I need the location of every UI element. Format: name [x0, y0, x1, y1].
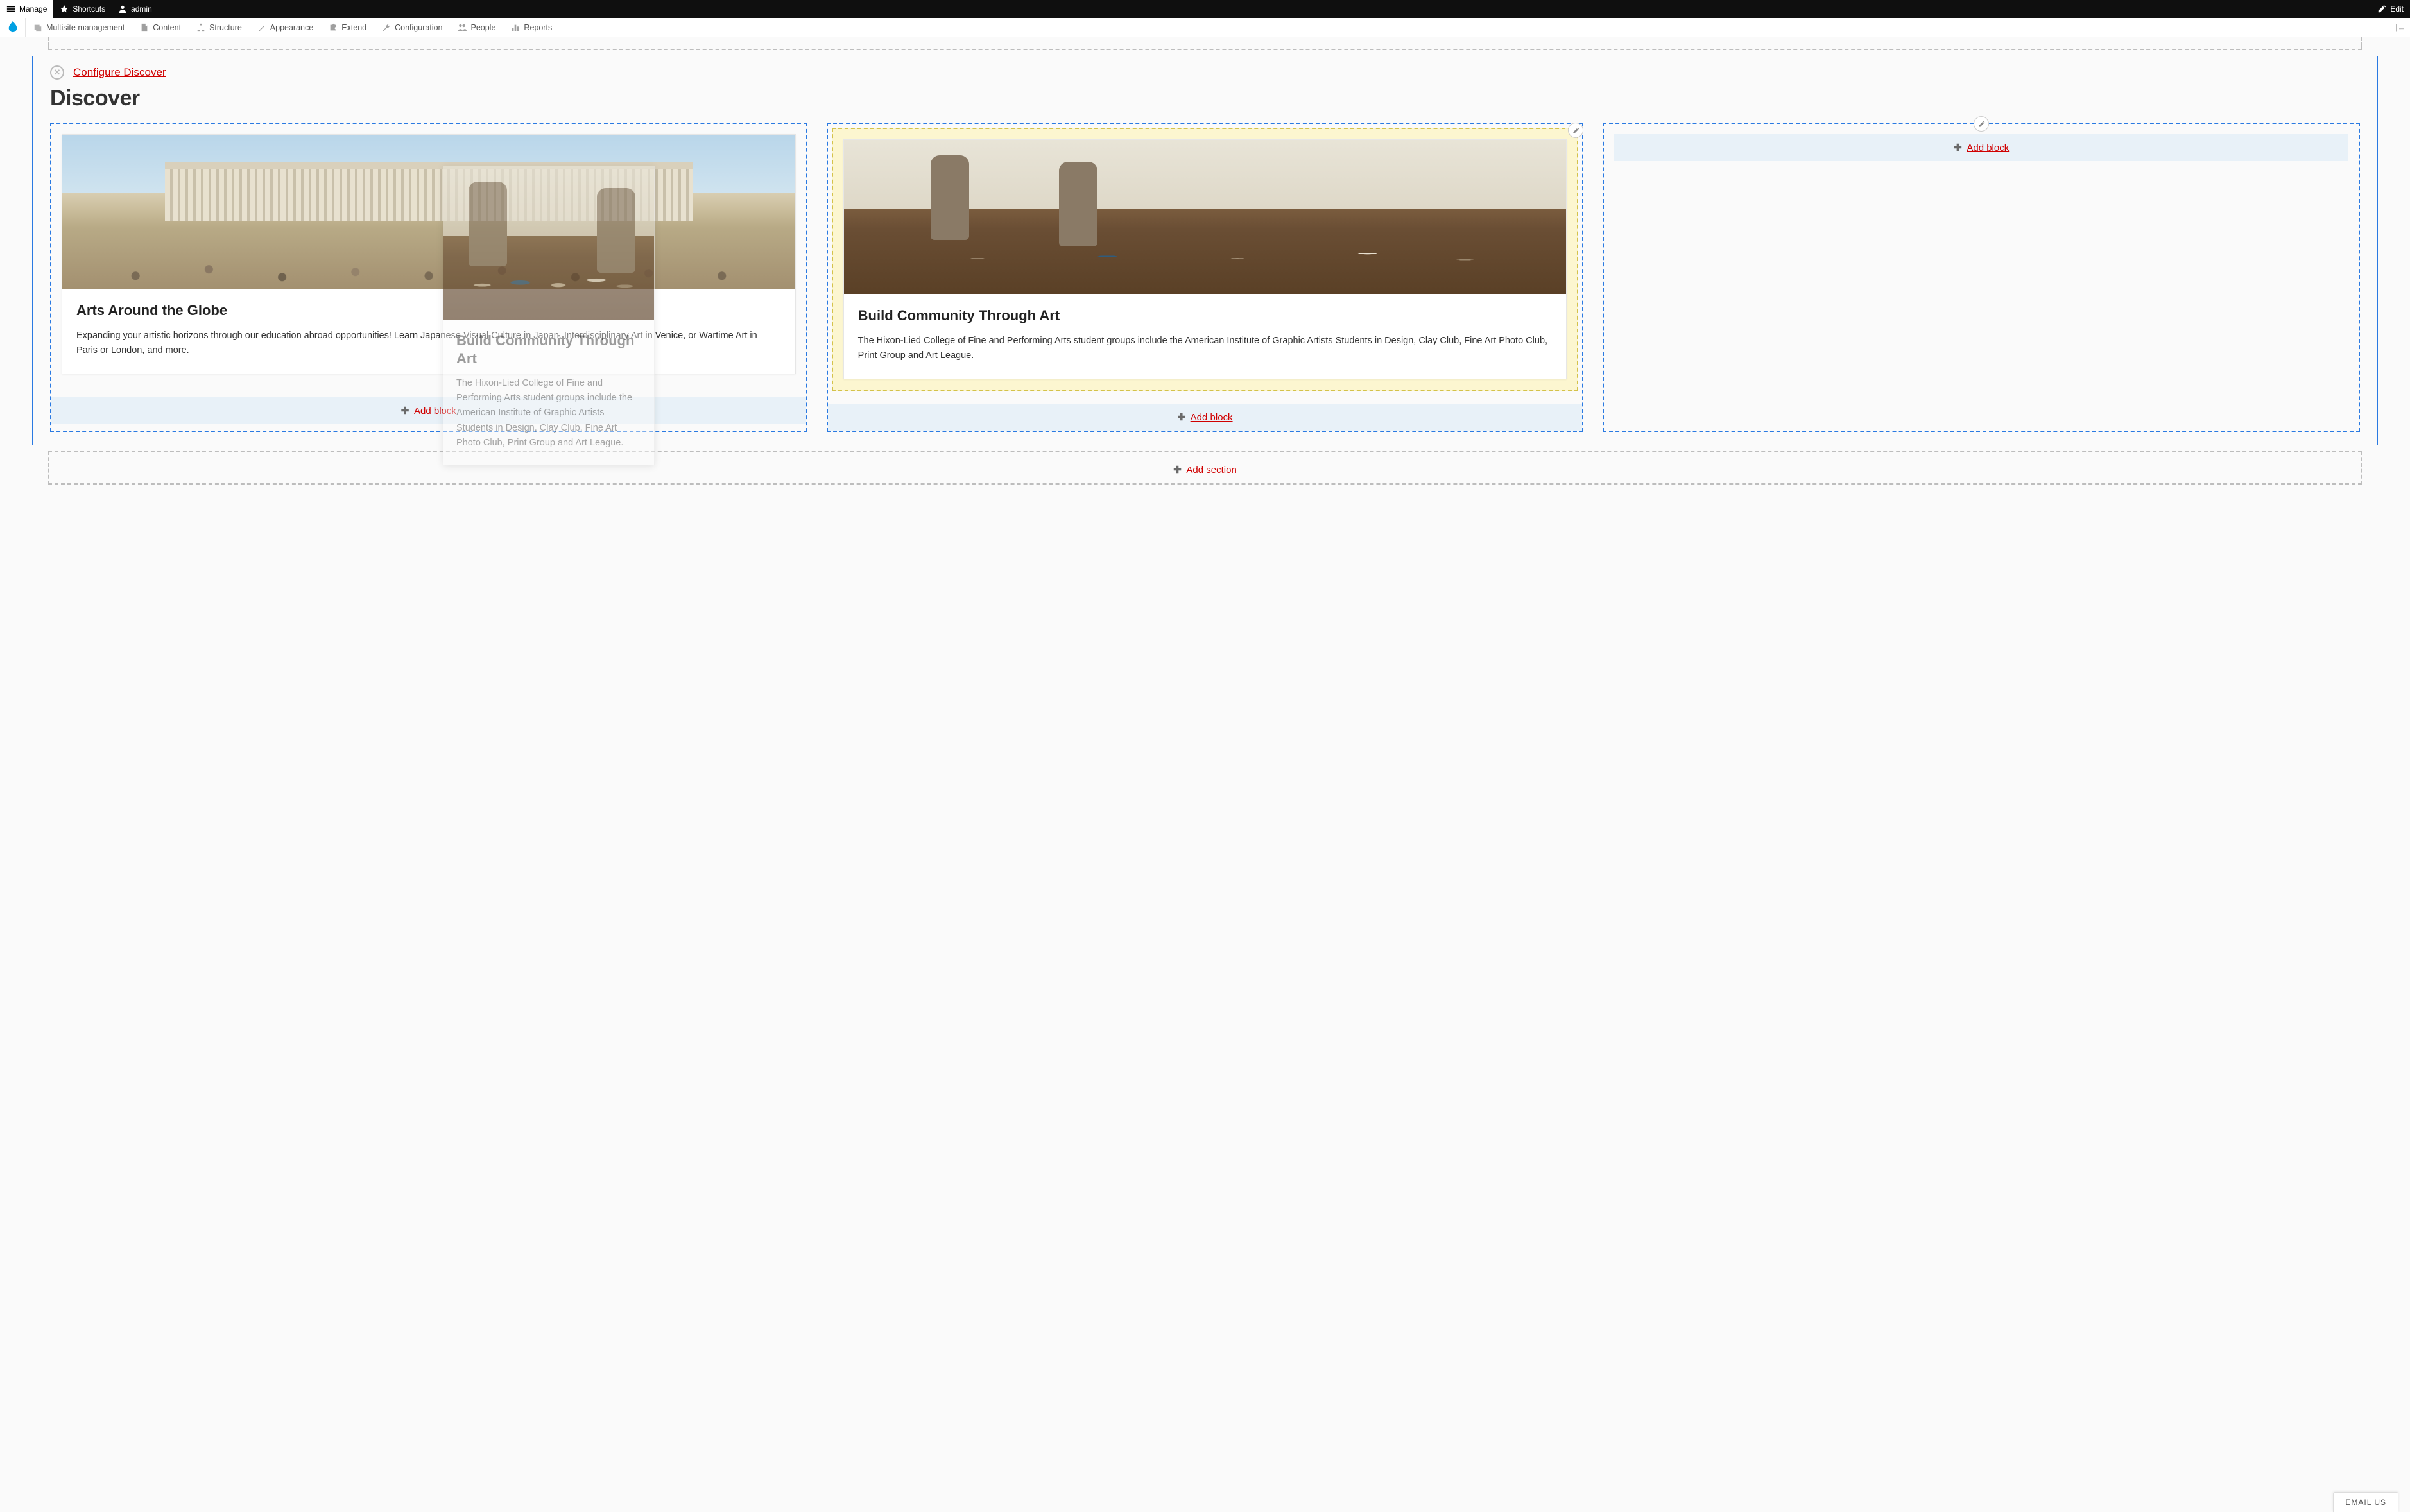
card-text: The Hixon-Lied College of Fine and Perfo… [858, 334, 1553, 363]
submenu-reports-label: Reports [524, 23, 552, 32]
toolbar-admin-label: admin [131, 4, 152, 13]
card-community[interactable]: Build Community Through Art The Hixon-Li… [843, 139, 1567, 379]
layout-section: ✕ Configure Discover Discover Arts Aroun… [32, 56, 2378, 445]
submenu-extend[interactable]: Extend [321, 18, 374, 37]
star-icon [60, 4, 69, 13]
layout-builder-canvas: ✕ Configure Discover Discover Arts Aroun… [0, 37, 2410, 517]
pencil-icon [2377, 4, 2386, 13]
add-block-col3[interactable]: ✚ Add block [1614, 134, 2348, 161]
submenu-configuration[interactable]: Configuration [374, 18, 450, 37]
submenu-appearance[interactable]: Appearance [250, 18, 321, 37]
submenu-configuration-label: Configuration [395, 23, 442, 32]
bar-chart-icon [511, 23, 520, 32]
document-icon [140, 23, 149, 32]
add-block-link[interactable]: Add block [1191, 412, 1233, 423]
submenu-collapse-button[interactable]: |← [2391, 18, 2410, 37]
plus-icon: ✚ [1177, 412, 1185, 423]
add-block-link[interactable]: Add block [414, 406, 456, 417]
user-icon [118, 4, 127, 13]
submenu-bar: Multisite management Content Structure A… [0, 18, 2410, 37]
submenu-people[interactable]: People [450, 18, 503, 37]
toolbar-shortcuts[interactable]: Shortcuts [53, 0, 112, 18]
people-icon [458, 23, 467, 32]
page-title: Discover [33, 85, 2377, 123]
submenu-multisite[interactable]: Multisite management [26, 18, 132, 37]
card-title: Build Community Through Art [858, 307, 1553, 325]
layout-column-1[interactable]: Arts Around the Globe Expanding your art… [50, 123, 807, 432]
add-section-link[interactable]: Add section [1186, 465, 1236, 476]
admin-toolbar: Manage Shortcuts admin Edit [0, 0, 2410, 18]
toolbar-edit-label: Edit [2390, 4, 2404, 13]
card-title: Arts Around the Globe [76, 302, 781, 320]
submenu-appearance-label: Appearance [270, 23, 313, 32]
submenu-content-label: Content [153, 23, 181, 32]
submenu-extend-label: Extend [341, 23, 366, 32]
puzzle-icon [329, 23, 338, 32]
email-us-widget[interactable]: EMAIL US [2333, 1492, 2398, 1512]
configure-section-link[interactable]: Configure Discover [73, 66, 166, 79]
drop-target-region[interactable]: Build Community Through Art The Hixon-Li… [832, 128, 1579, 391]
layout-column-3[interactable]: ✚ Add block [1603, 123, 2360, 432]
section-placeholder-top[interactable] [48, 37, 2362, 50]
remove-section-button[interactable]: ✕ [50, 65, 64, 80]
wrench-icon [382, 23, 391, 32]
submenu-people-label: People [470, 23, 495, 32]
layout-columns: Arts Around the Globe Expanding your art… [33, 123, 2377, 432]
card-text: Expanding your artistic horizons through… [76, 329, 781, 358]
submenu-reports[interactable]: Reports [503, 18, 560, 37]
wand-icon [257, 23, 266, 32]
card-image-community [844, 140, 1567, 294]
druplicon-logo[interactable] [0, 18, 26, 37]
section-header: ✕ Configure Discover [33, 56, 2377, 85]
toolbar-edit[interactable]: Edit [2371, 0, 2410, 18]
add-block-col1[interactable]: ✚ Add block [51, 397, 806, 424]
edit-block-button[interactable] [1568, 123, 1583, 138]
plus-icon: ✚ [1954, 142, 1962, 153]
collapse-arrow-icon: |← [2395, 22, 2406, 32]
card-image-arts-globe [62, 135, 795, 289]
submenu-content[interactable]: Content [132, 18, 189, 37]
toolbar-admin[interactable]: admin [112, 0, 159, 18]
toolbar-manage[interactable]: Manage [0, 0, 53, 18]
plus-icon: ✚ [1173, 465, 1182, 476]
submenu-structure[interactable]: Structure [189, 18, 250, 37]
layout-column-2[interactable]: Build Community Through Art The Hixon-Li… [827, 123, 1584, 432]
stack-icon [33, 23, 42, 32]
toolbar-manage-label: Manage [19, 4, 47, 13]
card-arts-globe: Arts Around the Globe Expanding your art… [62, 134, 796, 374]
add-block-link[interactable]: Add block [1967, 142, 2009, 153]
close-icon: ✕ [54, 67, 61, 78]
add-block-col2[interactable]: ✚ Add block [828, 404, 1583, 431]
email-us-label: EMAIL US [2345, 1498, 2386, 1507]
plus-icon: ✚ [401, 406, 409, 417]
submenu-multisite-label: Multisite management [46, 23, 125, 32]
pencil-icon [1572, 127, 1579, 134]
pencil-icon [1978, 121, 1985, 128]
hamburger-icon [6, 4, 15, 13]
toolbar-shortcuts-label: Shortcuts [73, 4, 105, 13]
submenu-structure-label: Structure [209, 23, 242, 32]
add-section-placeholder[interactable]: ✚ Add section [48, 451, 2362, 485]
hierarchy-icon [196, 23, 205, 32]
edit-region-button[interactable] [1974, 116, 1989, 132]
